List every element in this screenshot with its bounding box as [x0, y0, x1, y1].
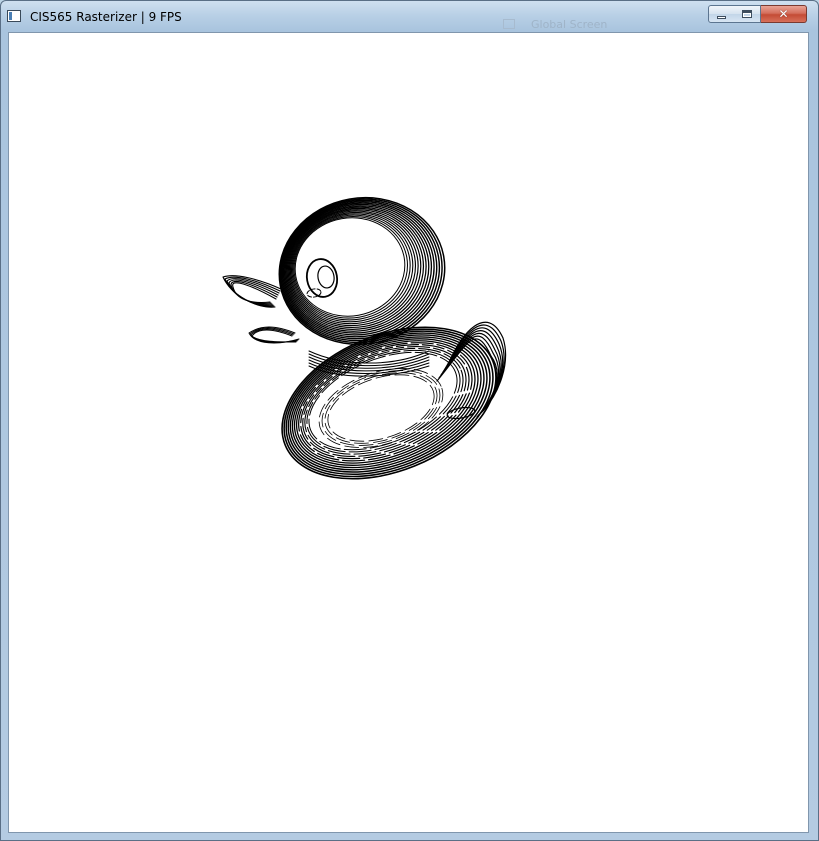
minimize-icon	[717, 15, 726, 19]
render-viewport[interactable]	[8, 32, 809, 833]
window-title: CIS565 Rasterizer | 9 FPS	[30, 10, 182, 24]
maximize-icon	[742, 10, 752, 18]
duck-beak-upper-contour	[228, 279, 279, 305]
duck-render	[222, 196, 507, 480]
app-icon[interactable]	[7, 10, 21, 22]
maximize-button[interactable]	[734, 5, 761, 23]
duck-eye-inner	[317, 265, 335, 289]
close-button[interactable]: ✕	[761, 5, 807, 23]
background-window-title: Global Screen	[531, 18, 608, 31]
title-bar[interactable]: CIS565 Rasterizer | 9 FPS Global Screen …	[1, 1, 818, 32]
app-window: CIS565 Rasterizer | 9 FPS Global Screen …	[0, 0, 819, 841]
background-window-icon	[503, 19, 515, 29]
minimize-button[interactable]	[708, 5, 735, 23]
close-icon: ✕	[778, 7, 789, 21]
